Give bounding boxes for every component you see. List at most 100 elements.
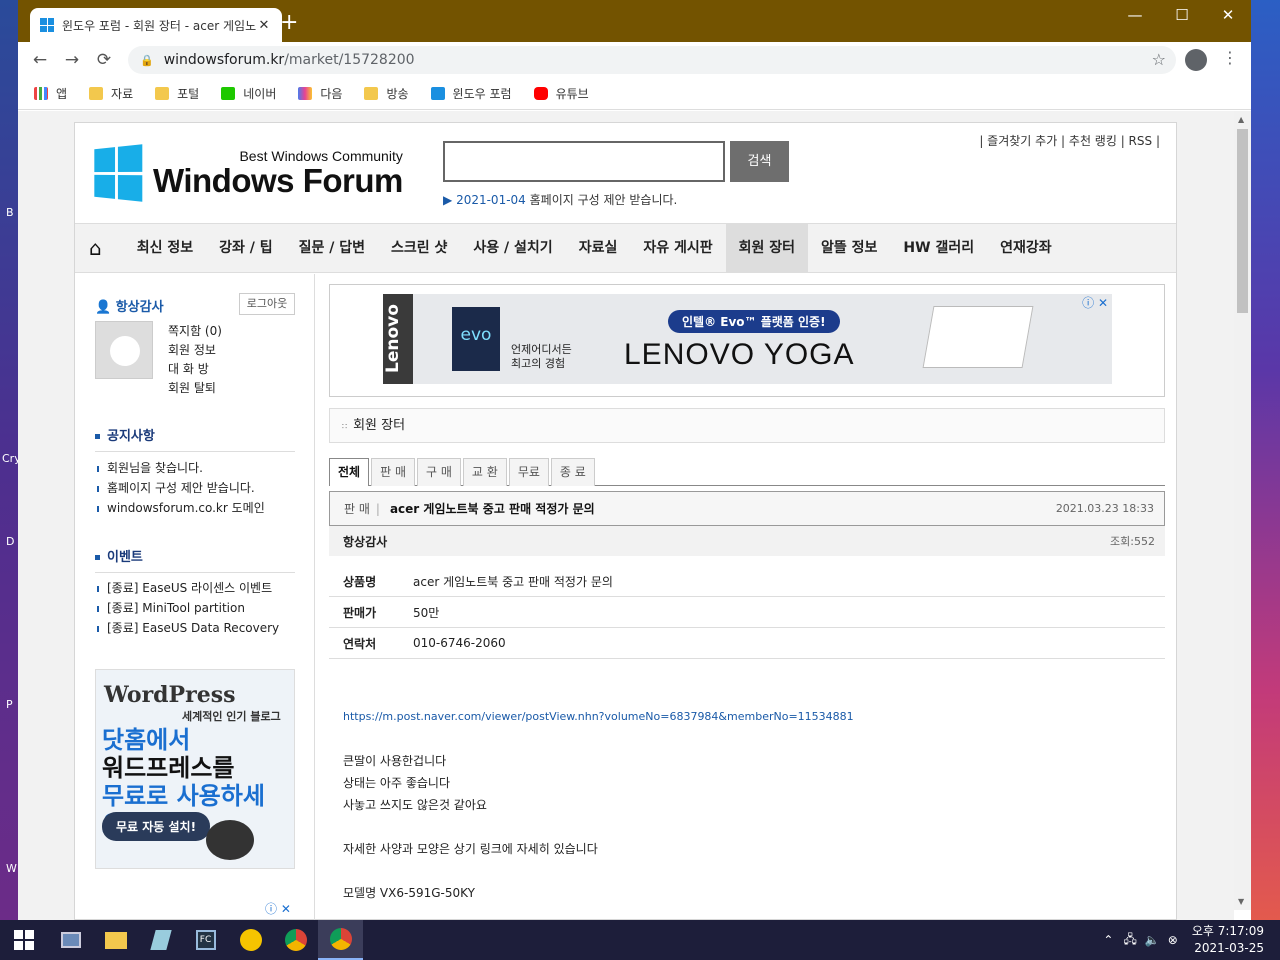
minimize-button[interactable]: — xyxy=(1112,6,1158,24)
nav-item-free-board[interactable]: 자유 게시판 xyxy=(630,224,725,272)
taskbar-app-player[interactable] xyxy=(228,920,273,960)
tab-close-icon[interactable]: ✕ xyxy=(256,18,272,33)
maximize-button[interactable]: ☐ xyxy=(1159,6,1205,24)
desktop-icon-label[interactable]: W xyxy=(6,862,17,875)
tab-all[interactable]: 전체 xyxy=(329,458,370,486)
reload-button[interactable]: ⟳ xyxy=(88,50,120,70)
scroll-up-icon[interactable]: ▲ xyxy=(1238,115,1244,124)
list-item[interactable]: 회원님을 찾습니다. xyxy=(97,458,265,478)
network-icon[interactable]: 🖧 xyxy=(1123,930,1136,951)
adchoices-icon[interactable]: ⓘ ✕ xyxy=(1082,294,1108,311)
clock-date: 2021-03-25 xyxy=(1194,941,1264,955)
menu-chat[interactable]: 대 화 방 xyxy=(168,360,222,379)
mouse-image xyxy=(206,820,254,860)
nav-item-screenshot[interactable]: 스크린 샷 xyxy=(378,224,460,272)
lock-icon[interactable]: 🔒 xyxy=(140,54,154,67)
list-item[interactable]: windowsforum.co.kr 도메인 xyxy=(97,498,265,518)
nav-item-hw-gallery[interactable]: HW 갤러리 xyxy=(890,224,987,272)
bookmark-folder[interactable]: 자료 xyxy=(89,85,133,102)
tab-buy[interactable]: 구 매 xyxy=(417,458,461,486)
taskbar-app-explorer[interactable] xyxy=(93,920,138,960)
browser-menu-icon[interactable]: ⋮ xyxy=(1222,48,1238,67)
board-title-label: 회원 장터 xyxy=(353,418,406,433)
profile-avatar-icon[interactable] xyxy=(1185,49,1207,71)
start-button[interactable] xyxy=(0,920,48,960)
tab-closed[interactable]: 종 료 xyxy=(550,458,595,486)
adchoices-icon[interactable]: ⓘ ✕ xyxy=(265,900,291,917)
logout-button[interactable]: 로그아웃 xyxy=(239,293,295,315)
tab-sell[interactable]: 판 매 xyxy=(371,458,415,486)
desktop-icon-label[interactable]: B xyxy=(6,206,14,219)
list-item[interactable]: [종료] EaseUS Data Recovery xyxy=(97,618,279,638)
tab-exchange[interactable]: 교 환 xyxy=(462,458,507,486)
desktop-icon-label[interactable]: D xyxy=(6,535,14,548)
scroll-down-icon[interactable]: ▼ xyxy=(1238,897,1244,906)
home-icon[interactable]: ⌂ xyxy=(89,236,102,260)
nav-item-files[interactable]: 자료실 xyxy=(566,224,631,272)
taskbar-app-chrome[interactable] xyxy=(273,920,318,960)
bookmark-naver[interactable]: 네이버 xyxy=(221,85,276,102)
menu-withdraw[interactable]: 회원 탈퇴 xyxy=(168,379,222,398)
nav-item-review[interactable]: 사용 / 설치기 xyxy=(460,224,565,272)
scrollbar-thumb[interactable] xyxy=(1237,129,1248,313)
close-window-button[interactable]: ✕ xyxy=(1205,6,1251,24)
bookmark-apps[interactable]: 앱 xyxy=(34,85,67,102)
table-row: 상품명 acer 게임노트북 중고 판매 적정가 문의 xyxy=(329,566,1165,597)
list-item[interactable]: [종료] EaseUS 라이센스 이벤트 xyxy=(97,578,279,598)
chevron-up-icon[interactable]: ⌃ xyxy=(1103,933,1113,947)
field-value: acer 게임노트북 중고 판매 적정가 문의 xyxy=(413,574,613,589)
notification-x-icon[interactable]: ⊗ xyxy=(1168,933,1178,947)
clock[interactable]: 오후 7:17:09 2021-03-25 xyxy=(1192,923,1264,957)
bookmark-youtube[interactable]: 유튜브 xyxy=(533,85,589,102)
vertical-scrollbar[interactable]: ▲ ▼ xyxy=(1234,111,1251,910)
computer-icon xyxy=(60,932,81,948)
taskbar-app-notepad[interactable] xyxy=(138,920,183,960)
bookmark-label: 포털 xyxy=(177,87,200,101)
nav-item-series[interactable]: 연재강좌 xyxy=(987,224,1065,272)
bookmark-star-icon[interactable]: ☆ xyxy=(1152,50,1166,69)
arrow-icon: ▶ xyxy=(443,193,453,207)
menu-profile[interactable]: 회원 정보 xyxy=(168,341,222,360)
wordpress-ad[interactable]: WordPress 세계적인 인기 블로그 닷홈에서 워드프레스를 무료로 사용… xyxy=(95,669,295,869)
list-item[interactable]: [종료] MiniTool partition xyxy=(97,598,279,618)
taskbar-app-fc[interactable]: FC xyxy=(183,920,228,960)
ad-subtitle: 세계적인 인기 블로그 xyxy=(182,710,281,723)
post-link[interactable]: https://m.post.naver.com/viewer/postView… xyxy=(343,706,1165,728)
taskbar-app-computer[interactable] xyxy=(48,920,93,960)
desktop-icon-label[interactable]: P xyxy=(6,698,13,711)
volume-icon[interactable]: 🔈 xyxy=(1145,933,1160,947)
nav-item-qna[interactable]: 질문 / 답변 xyxy=(286,224,378,272)
nav-item-tips[interactable]: 강좌 / 팁 xyxy=(206,224,286,272)
category-tabs: 전체 판 매 구 매 교 환 무료 종 료 xyxy=(329,458,1165,486)
nav-item-deals[interactable]: 알뜰 정보 xyxy=(808,224,890,272)
header-notice[interactable]: ▶ 2021-01-04 홈페이지 구성 제안 받습니다. xyxy=(443,191,677,208)
events-heading[interactable]: 이벤트 xyxy=(95,546,295,573)
bookmark-daum[interactable]: 다음 xyxy=(298,85,342,102)
back-button[interactable]: ← xyxy=(24,50,56,70)
search-button[interactable]: 검색 xyxy=(730,141,789,182)
taskbar-app-chrome-active[interactable] xyxy=(318,920,363,960)
top-links[interactable]: | 즐겨찾기 추가 | 추천 랭킹 | RSS | xyxy=(979,132,1160,149)
ad-install-button[interactable]: 무료 자동 설치! xyxy=(102,812,211,841)
apps-grid-icon xyxy=(34,87,48,100)
bookmark-folder[interactable]: 포털 xyxy=(155,85,199,102)
tab-title: 윈도우 포럼 - 회원 장터 - acer 게임노트북 중고 판매 적정가 문의 xyxy=(62,18,256,33)
lenovo-banner-ad[interactable]: Lenovo evo 언제어디서든 최고의 경험 인텔® Evo™ 플랫폼 인증!… xyxy=(329,284,1165,397)
notices-heading[interactable]: 공지사항 xyxy=(95,425,295,452)
bookmark-windowsforum[interactable]: 윈도우 포럼 xyxy=(430,85,512,102)
address-bar[interactable]: 🔒 windowsforum.kr /market/15728200 ☆ xyxy=(128,46,1176,74)
nav-item-market[interactable]: 회원 장터 xyxy=(725,224,809,272)
menu-inbox[interactable]: 쪽지함 (0) xyxy=(168,322,222,341)
forward-button[interactable]: → xyxy=(56,50,88,70)
user-name[interactable]: 👤 항상감사 xyxy=(95,296,164,315)
post-author[interactable]: 항상감사 xyxy=(343,533,387,550)
post-header: 판 매 | acer 게임노트북 중고 판매 적정가 문의 2021.03.23… xyxy=(329,491,1165,526)
nav-item-latest[interactable]: 최신 정보 xyxy=(124,224,206,272)
search-input[interactable] xyxy=(443,141,725,182)
new-tab-button[interactable]: + xyxy=(280,12,298,34)
list-item[interactable]: 홈페이지 구성 제안 받습니다. xyxy=(97,478,265,498)
tab-free[interactable]: 무료 xyxy=(508,458,549,486)
browser-tab[interactable]: 윈도우 포럼 - 회원 장터 - acer 게임노트북 중고 판매 적정가 문의… xyxy=(30,8,282,42)
site-logo[interactable]: Best Windows Community Windows Forum xyxy=(91,144,403,202)
bookmark-folder[interactable]: 방송 xyxy=(364,85,409,102)
